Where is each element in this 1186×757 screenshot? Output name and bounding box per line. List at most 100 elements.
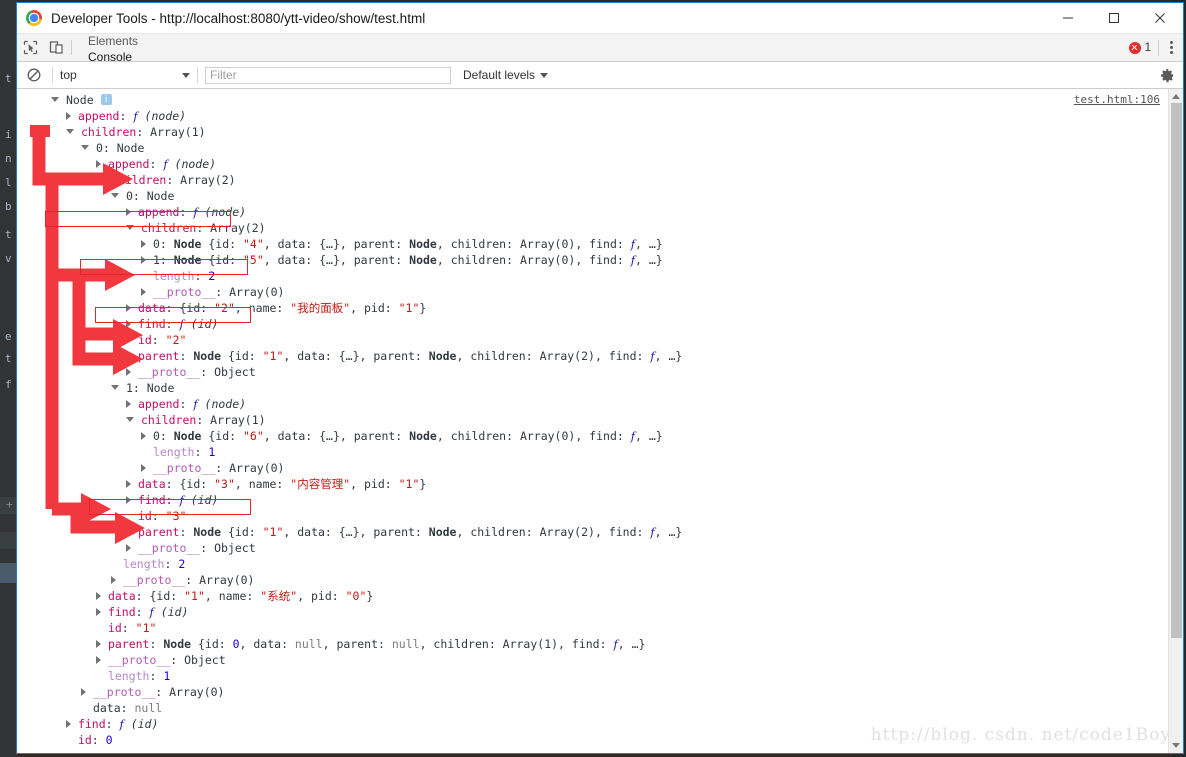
tree-line[interactable]: __proto__: Array(0) [17, 460, 1168, 476]
tree-token-node: 1: Node [125, 381, 175, 395]
triangle-right-icon[interactable] [141, 239, 146, 248]
tree-line[interactable]: children: Array(1) [17, 412, 1168, 428]
tree-line[interactable]: append: f (node) [17, 396, 1168, 412]
triangle-right-icon[interactable] [141, 463, 146, 472]
tree-line[interactable]: data: {id: "1", name: "系统", pid: "0"} [17, 588, 1168, 604]
tree-token-node: : {id: [135, 589, 185, 603]
tree-line[interactable]: length: 2 [17, 556, 1168, 572]
tree-line[interactable]: __proto__: Object [17, 652, 1168, 668]
triangle-right-icon[interactable] [126, 527, 131, 536]
tree-token-protok: __proto__ [152, 285, 216, 299]
tab-elements[interactable]: Elements [78, 34, 167, 50]
tree-line[interactable]: id: "2" [17, 332, 1168, 348]
triangle-right-icon[interactable] [126, 479, 131, 488]
tree-line[interactable]: find: f (id) [17, 604, 1168, 620]
close-button[interactable] [1137, 3, 1183, 33]
tree-line[interactable]: __proto__: Array(0) [17, 684, 1168, 700]
minimize-button[interactable] [1045, 3, 1091, 33]
scroll-down-arrow-icon[interactable] [1172, 743, 1180, 748]
tree-line[interactable]: parent: Node {id: "1", data: {…}, parent… [17, 524, 1168, 540]
triangle-right-icon[interactable] [96, 655, 101, 664]
tree-line[interactable]: 0: Node [17, 140, 1168, 156]
kebab-menu-icon[interactable] [1166, 41, 1177, 54]
tree-token-node: , children: Array(0), find: [436, 253, 631, 267]
triangle-down-icon[interactable] [96, 177, 104, 182]
chevron-down-icon [540, 72, 549, 78]
triangle-down-icon[interactable] [111, 385, 119, 390]
tree-line[interactable]: 1: Node [17, 380, 1168, 396]
tree-line[interactable]: data: null [17, 700, 1168, 716]
tree-line[interactable]: children: Array(1) [17, 124, 1168, 140]
tree-token-str: "6" [242, 429, 264, 443]
gear-icon[interactable] [1160, 68, 1175, 83]
error-badge[interactable]: 1 [1128, 41, 1151, 54]
execution-context-select[interactable]: top [60, 68, 190, 82]
tree-line[interactable]: children: Array(2) [17, 172, 1168, 188]
tree-token-node: , data: {…}, parent: [283, 349, 429, 363]
tree-line[interactable]: __proto__: Array(0) [17, 572, 1168, 588]
tree-line[interactable]: __proto__: Object [17, 540, 1168, 556]
triangle-right-icon[interactable] [66, 719, 71, 728]
tree-token-str: "1" [398, 477, 420, 491]
tree-line[interactable]: 0: Node {id: "4", data: {…}, parent: Nod… [17, 236, 1168, 252]
scroll-up-arrow-icon[interactable] [1172, 94, 1180, 99]
log-levels-select[interactable]: Default levels [463, 68, 549, 82]
triangle-down-icon[interactable] [81, 145, 89, 150]
triangle-right-icon[interactable] [126, 367, 131, 376]
tree-token-fnargs: (id) [153, 605, 189, 619]
devtools-tab-bar: ElementsConsoleSourcesNetworkPerformance… [17, 34, 1183, 176]
tree-line[interactable]: length: 1 [17, 444, 1168, 460]
tree-token-node: , children: Array(2), find: [456, 349, 651, 363]
device-toolbar-icon[interactable] [43, 34, 69, 61]
console-body[interactable]: test.html:106 Node i append: f (node) ch… [17, 89, 1183, 753]
triangle-right-icon[interactable] [96, 639, 101, 648]
tree-line[interactable]: Node i [17, 92, 1168, 108]
tree-line[interactable]: __proto__: Object [17, 364, 1168, 380]
triangle-right-icon[interactable] [96, 607, 101, 616]
tree-line[interactable]: __proto__: Array(0) [17, 284, 1168, 300]
tree-line[interactable]: append: f (node) [17, 108, 1168, 124]
triangle-right-icon[interactable] [141, 431, 146, 440]
console-vertical-scrollbar[interactable] [1168, 89, 1183, 753]
title-bar: Developer Tools - http://localhost:8080/… [17, 3, 1183, 34]
triangle-down-icon[interactable] [111, 193, 119, 198]
tree-line[interactable]: 0: Node [17, 188, 1168, 204]
tree-token-objnm: Node [428, 525, 457, 539]
maximize-button[interactable] [1091, 3, 1137, 33]
tree-line[interactable]: id: "1" [17, 620, 1168, 636]
tree-line[interactable]: length: 1 [17, 668, 1168, 684]
tree-token-prop: data [107, 589, 136, 603]
triangle-down-icon[interactable] [51, 97, 59, 102]
triangle-right-icon[interactable] [141, 287, 146, 296]
tree-token-str: "系统" [260, 589, 298, 603]
triangle-right-icon[interactable] [81, 687, 86, 696]
tree-line[interactable]: data: {id: "3", name: "内容管理", pid: "1"} [17, 476, 1168, 492]
tree-token-num: 0 [232, 637, 240, 651]
filter-input[interactable] [205, 66, 451, 84]
triangle-right-icon[interactable] [66, 111, 71, 120]
tree-token-prop: parent [137, 525, 180, 539]
triangle-down-icon[interactable] [66, 129, 74, 134]
tree-token-nul: null [391, 637, 420, 651]
tree-token-node: , parent: [322, 637, 392, 651]
inspect-element-icon[interactable] [17, 34, 43, 61]
triangle-right-icon[interactable] [126, 351, 131, 360]
tree-token-node: , pid: [350, 477, 399, 491]
tree-token-objnm: Node [409, 429, 437, 443]
tree-token-objnm: Node [193, 525, 222, 539]
tree-line[interactable]: parent: Node {id: "1", data: {…}, parent… [17, 348, 1168, 364]
clear-console-icon[interactable] [23, 64, 45, 86]
tree-line[interactable]: append: f (node) [17, 156, 1168, 172]
tree-token-node: : [91, 733, 106, 747]
triangle-down-icon[interactable] [126, 417, 134, 422]
vertical-scroll-thumb[interactable] [1171, 103, 1182, 638]
triangle-right-icon[interactable] [111, 575, 116, 584]
tabs-container: ElementsConsoleSourcesNetworkPerformance… [78, 34, 167, 176]
triangle-right-icon[interactable] [96, 591, 101, 600]
triangle-right-icon[interactable] [126, 399, 131, 408]
tree-token-protok: __proto__ [152, 461, 216, 475]
triangle-right-icon[interactable] [126, 543, 131, 552]
tree-line[interactable]: 0: Node {id: "6", data: {…}, parent: Nod… [17, 428, 1168, 444]
triangle-right-icon[interactable] [96, 159, 101, 168]
tree-line[interactable]: parent: Node {id: 0, data: null, parent:… [17, 636, 1168, 652]
